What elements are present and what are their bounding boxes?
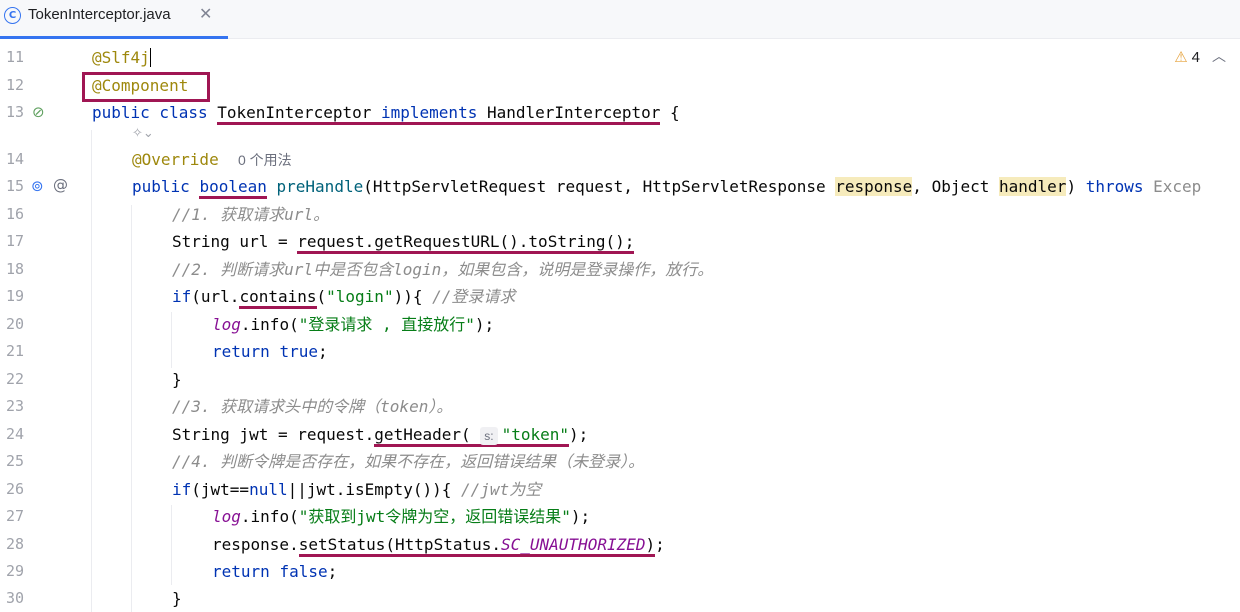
line-number: 22: [6, 370, 25, 388]
code-line-17: 17 String url = request.getRequestURL().…: [0, 228, 1240, 255]
code-line-11: 11 @Slf4j: [0, 44, 1240, 71]
line-number: 23: [6, 397, 25, 415]
code-text[interactable]: return false;: [212, 558, 337, 585]
code-text[interactable]: log.info("登录请求 , 直接放行");: [212, 311, 494, 338]
code-vision-row: ✧⌄: [0, 124, 1240, 148]
code-text[interactable]: public boolean preHandle(HttpServletRequ…: [132, 173, 1201, 200]
tab-title: TokenInterceptor.java: [28, 6, 171, 23]
editor-tab-bar: C TokenInterceptor.java ✕: [0, 0, 1240, 39]
code-line-29: 29 return false;: [0, 558, 1240, 585]
line-number: 11: [6, 48, 25, 66]
annotation-gutter-icon[interactable]: @: [53, 176, 68, 194]
highlight-box-component: [82, 72, 210, 102]
usages-hint: 0 个用法: [237, 152, 292, 168]
code-comment[interactable]: //4. 判断令牌是否存在，如果不存在，返回错误结果（未登录）。: [172, 448, 644, 475]
code-line-21: 21 return true;: [0, 338, 1240, 365]
line-number: 24: [6, 425, 25, 443]
code-line-18: 18 //2. 判断请求url中是否包含login，如果包含，说明是登录操作，放…: [0, 256, 1240, 283]
line-number: 18: [6, 260, 25, 278]
code-line-19: 19 if(url.contains("login")){ //登录请求: [0, 283, 1240, 310]
ai-assistant-icon[interactable]: ✧⌄: [132, 126, 154, 141]
code-line-20: 20 log.info("登录请求 , 直接放行");: [0, 311, 1240, 338]
code-text[interactable]: response.setStatus(HttpStatus.SC_UNAUTHO…: [212, 531, 665, 558]
line-number: 19: [6, 287, 25, 305]
code-text[interactable]: if(url.contains("login")){ //登录请求: [172, 283, 515, 310]
line-number: 26: [6, 480, 25, 498]
code-line-22: 22 }: [0, 366, 1240, 393]
implements-gutter-icon[interactable]: ⊘: [32, 103, 45, 121]
parameter-hint: s:: [480, 426, 498, 445]
code-line-30: 30 }: [0, 585, 1240, 612]
line-number: 28: [6, 535, 25, 553]
code-line-25: 25 //4. 判断令牌是否存在，如果不存在，返回错误结果（未登录）。: [0, 448, 1240, 475]
code-text[interactable]: @Override 0 个用法: [132, 146, 292, 174]
code-line-15: 15 ⊚ @ public boolean preHandle(HttpServ…: [0, 173, 1240, 200]
code-text[interactable]: public class TokenInterceptor implements…: [92, 99, 680, 126]
code-line-23: 23 //3. 获取请求头中的令牌（token）。: [0, 393, 1240, 420]
code-text[interactable]: }: [172, 366, 182, 393]
code-line-16: 16 //1. 获取请求url。: [0, 201, 1240, 228]
code-comment[interactable]: //3. 获取请求头中的令牌（token）。: [172, 393, 452, 420]
line-number: 16: [6, 205, 25, 223]
code-text[interactable]: String url = request.getRequestURL().toS…: [172, 228, 635, 255]
code-line-13: 13 ⊘ public class TokenInterceptor imple…: [0, 99, 1240, 126]
code-comment[interactable]: //1. 获取请求url。: [172, 201, 329, 228]
class-icon: C: [4, 7, 21, 24]
override-gutter-icon[interactable]: ⊚: [31, 177, 44, 195]
code-text[interactable]: }: [172, 585, 182, 612]
code-text[interactable]: String jwt = request.getHeader( s: "token…: [172, 421, 588, 448]
line-number: 14: [6, 150, 25, 168]
code-line-14: 14 @Override 0 个用法: [0, 146, 1240, 173]
code-comment[interactable]: //2. 判断请求url中是否包含login，如果包含，说明是登录操作，放行。: [172, 256, 713, 283]
code-text[interactable]: if(jwt==null||jwt.isEmpty()){ //jwt为空: [172, 476, 541, 503]
line-number: 30: [6, 589, 25, 607]
line-number: 12: [6, 76, 25, 94]
code-text[interactable]: return true;: [212, 338, 328, 365]
active-tab-indicator: [0, 36, 228, 39]
code-line-26: 26 if(jwt==null||jwt.isEmpty()){ //jwt为空: [0, 476, 1240, 503]
line-number: 17: [6, 232, 25, 250]
line-number: 27: [6, 507, 25, 525]
code-line-28: 28 response.setStatus(HttpStatus.SC_UNAU…: [0, 531, 1240, 558]
line-number: 25: [6, 452, 25, 470]
line-number: 29: [6, 562, 25, 580]
close-icon[interactable]: ✕: [199, 4, 212, 23]
line-number: 21: [6, 342, 25, 360]
code-text[interactable]: log.info("获取到jwt令牌为空，返回错误结果");: [212, 503, 590, 530]
line-number: 20: [6, 315, 25, 333]
code-line-27: 27 log.info("获取到jwt令牌为空，返回错误结果");: [0, 503, 1240, 530]
tab-token-interceptor[interactable]: C TokenInterceptor.java ✕: [0, 0, 228, 39]
code-line-24: 24 String jwt = request.getHeader( s: "to…: [0, 421, 1240, 448]
code-text[interactable]: @Slf4j: [92, 44, 151, 71]
